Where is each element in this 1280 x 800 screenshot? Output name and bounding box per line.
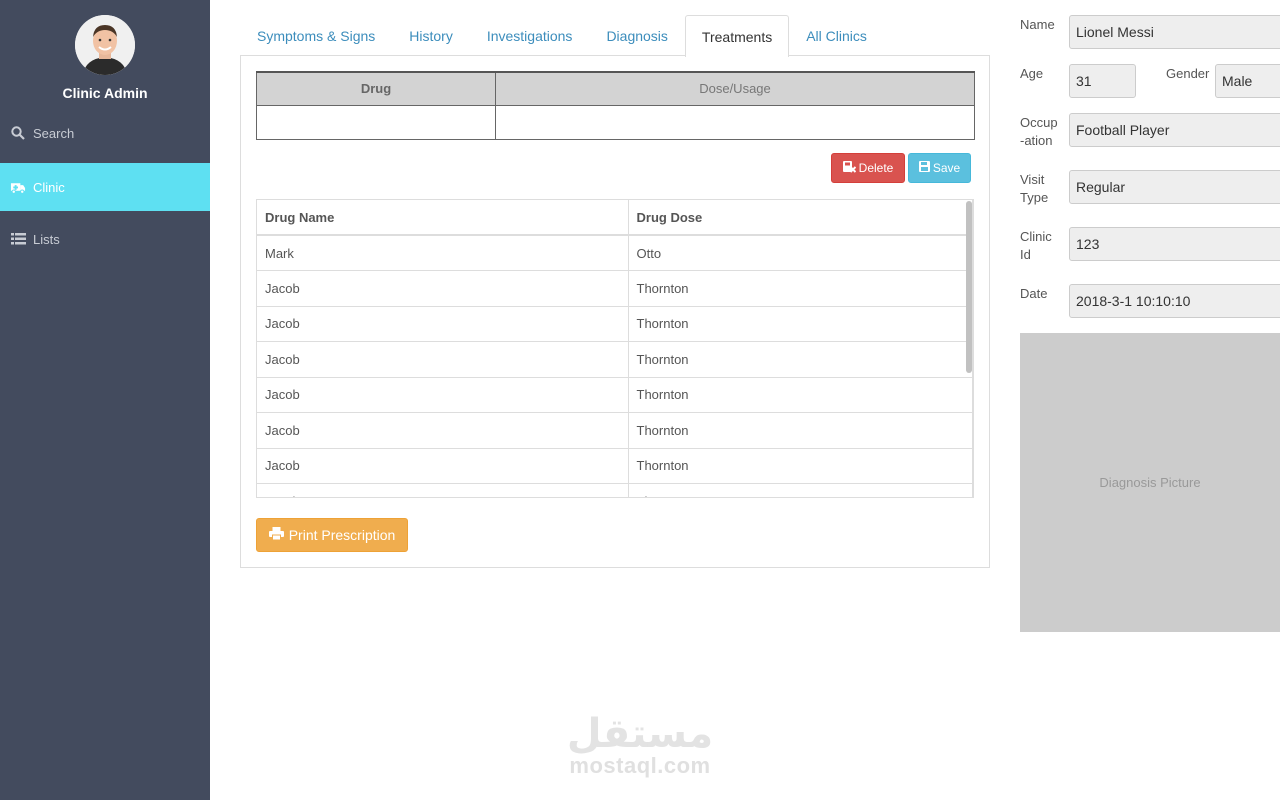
dose-input-cell[interactable]	[495, 104, 975, 140]
tab-history[interactable]: History	[392, 15, 470, 56]
print-prescription-button[interactable]: Print Prescription	[256, 518, 408, 552]
watermark-text: mostaql.com	[569, 753, 711, 778]
drug-dose-cell: Thornton	[628, 447, 973, 484]
avatar	[75, 15, 135, 75]
table-row[interactable]: Mark Otto	[257, 234, 973, 271]
drug-dose-cell: Thornton	[628, 483, 973, 497]
tab-diagnosis[interactable]: Diagnosis	[589, 15, 684, 56]
table-row[interactable]: Jacob Thornton	[257, 305, 973, 342]
occupation-label-line-2: -ation	[1020, 133, 1053, 148]
drug-dose-cell: Thornton	[628, 412, 973, 448]
sidebar-item-clinic[interactable]: Clinic	[0, 163, 210, 211]
app-root: Clinic Admin Search Clinic Lists Symptom…	[0, 0, 1280, 800]
table-scrollbar[interactable]	[966, 201, 972, 373]
age-field[interactable]	[1069, 64, 1136, 98]
sidebar-item-label: Search	[33, 125, 75, 141]
print-label: Print Prescription	[288, 527, 396, 543]
svg-text:مستقل: مستقل	[567, 711, 713, 755]
search-icon	[10, 125, 26, 141]
sidebar: Clinic Admin Search Clinic Lists	[0, 0, 210, 800]
drug-dose-cell: Thornton	[628, 376, 973, 413]
printer-icon	[268, 527, 284, 543]
drug-name-cell: Jacob	[257, 483, 629, 497]
clinic-id-field[interactable]	[1069, 227, 1280, 261]
sidebar-item-lists[interactable]: Lists	[0, 215, 210, 263]
table-row[interactable]: Jacob Thornton	[257, 412, 973, 448]
sidebar-item-label: Lists	[33, 231, 60, 247]
drug-name-cell: Jacob	[257, 412, 629, 448]
drug-dose-cell: Thornton	[628, 270, 973, 306]
admin-name: Clinic Admin	[62, 85, 148, 101]
occupation-field[interactable]	[1069, 113, 1280, 147]
treatments-panel: Drug Dose/Usage Delete Save Drug Name Dr…	[240, 55, 990, 568]
drug-dose-cell: Thornton	[628, 305, 973, 342]
column-header-dose-usage: Dose/Usage	[495, 71, 975, 106]
save-label: Save	[932, 161, 961, 175]
delete-icon	[842, 160, 856, 176]
clinic-tabs: Symptoms & Signs History Investigations …	[240, 15, 884, 57]
table-row[interactable]: Jacob Thornton	[257, 376, 973, 413]
save-button[interactable]: Save	[908, 153, 971, 183]
gender-label: Gender	[1166, 66, 1210, 81]
table-row[interactable]: Jacob Thornton	[257, 483, 973, 497]
name-field[interactable]	[1069, 15, 1280, 49]
delete-label: Delete	[858, 161, 894, 175]
ambulance-icon	[10, 179, 26, 195]
date-field[interactable]	[1069, 284, 1280, 318]
tab-all-clinics[interactable]: All Clinics	[789, 15, 884, 56]
list-icon	[10, 231, 26, 247]
sidebar-item-search[interactable]: Search	[0, 109, 210, 157]
drugs-table-container[interactable]: Drug Name Drug Dose Mark Otto Jacob Thor…	[256, 199, 974, 498]
drug-name-cell: Jacob	[257, 376, 629, 413]
table-row[interactable]: Jacob Thornton	[257, 270, 973, 306]
diagnosis-picture[interactable]: Diagnosis Picture	[1020, 333, 1280, 632]
drug-name-cell: Jacob	[257, 341, 629, 377]
column-header-drug-dose: Drug Dose	[628, 200, 973, 236]
occupation-label-line-1: Occup	[1020, 115, 1058, 130]
drug-name-cell: Jacob	[257, 270, 629, 306]
drug-name-cell: Jacob	[257, 305, 629, 342]
visit-type-label: Visit Type	[1020, 171, 1048, 207]
drug-entry-table: Drug Dose/Usage	[256, 71, 975, 140]
tab-symptoms-signs[interactable]: Symptoms & Signs	[240, 15, 392, 56]
clinic-id-label: Clinic Id	[1020, 228, 1052, 264]
visit-type-label-line-2: Type	[1020, 190, 1049, 205]
age-label: Age	[1020, 66, 1044, 81]
date-label: Date	[1020, 286, 1048, 301]
tab-treatments[interactable]: Treatments	[684, 15, 790, 57]
column-header-drug-name: Drug Name	[257, 200, 629, 236]
watermark-logo: مستقل	[567, 711, 713, 755]
gender-field[interactable]	[1215, 64, 1280, 98]
sidebar-item-label: Clinic	[33, 179, 65, 195]
drug-name-cell: Mark	[257, 234, 629, 271]
drugs-table: Drug Name Drug Dose Mark Otto Jacob Thor…	[257, 200, 973, 497]
clinic-id-label-line-2: Id	[1020, 247, 1031, 262]
occupation-label: Occup -ation	[1020, 114, 1058, 150]
table-row[interactable]: Jacob Thornton	[257, 341, 973, 377]
diagnosis-picture-label: Diagnosis Picture	[1099, 475, 1201, 490]
visit-type-label-line-1: Visit	[1020, 172, 1045, 187]
drug-input-cell[interactable]	[256, 104, 496, 140]
watermark: مستقل mostaql.com	[560, 705, 720, 779]
drug-dose-cell: Thornton	[628, 341, 973, 377]
save-icon	[918, 161, 930, 175]
tab-investigations[interactable]: Investigations	[470, 15, 590, 56]
drug-name-cell: Jacob	[257, 447, 629, 484]
column-header-drug: Drug	[256, 71, 496, 106]
table-row[interactable]: Jacob Thornton	[257, 447, 973, 484]
clinic-id-label-line-1: Clinic	[1020, 229, 1052, 244]
name-label: Name	[1020, 17, 1055, 32]
visit-type-field[interactable]	[1069, 170, 1280, 204]
drug-dose-cell: Otto	[628, 234, 973, 271]
delete-button[interactable]: Delete	[831, 153, 905, 183]
